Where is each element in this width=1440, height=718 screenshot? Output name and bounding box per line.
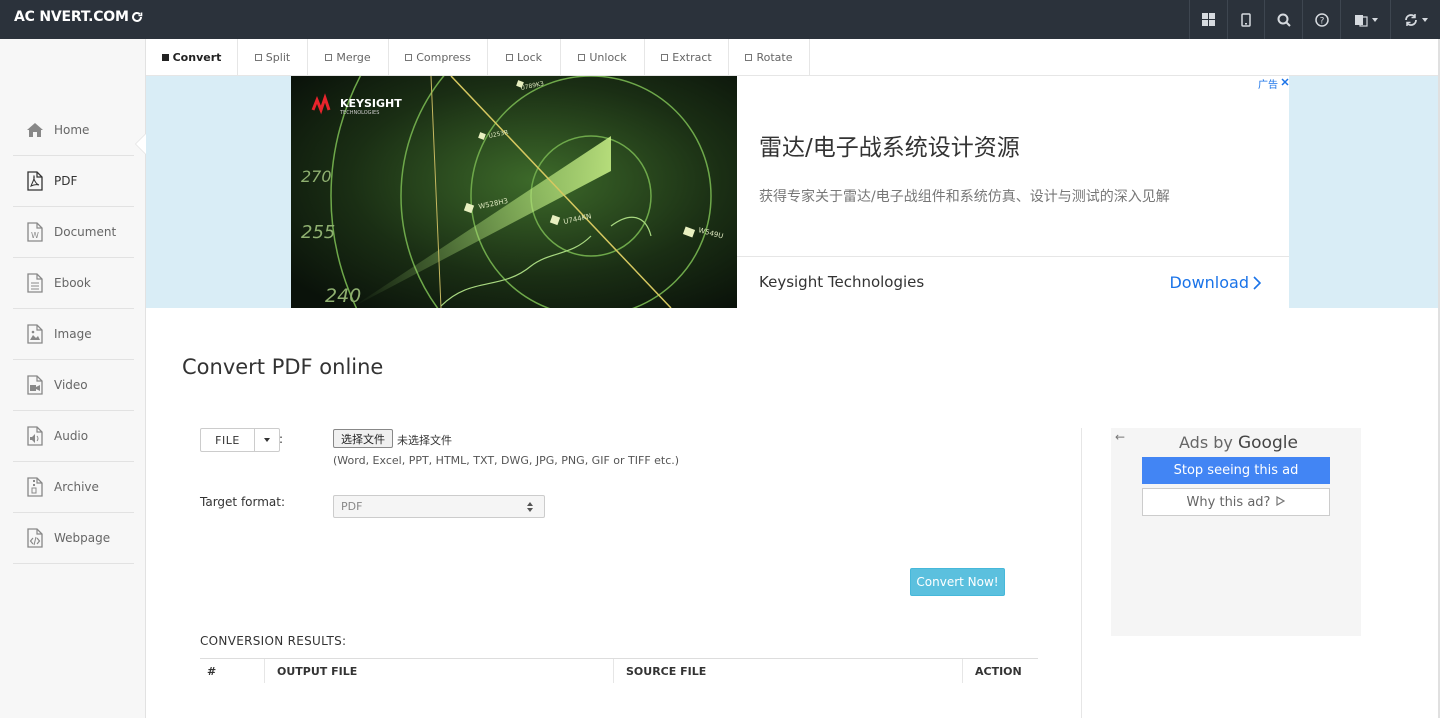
ad-choices[interactable]: 广告 — [1258, 76, 1289, 91]
video-icon — [13, 375, 54, 395]
tool-tabs: Convert Split Merge Compress Lock Unlock… — [146, 39, 1440, 76]
checkbox-icon — [161, 53, 169, 61]
checkbox-icon — [505, 53, 513, 61]
checkbox-icon — [405, 53, 413, 61]
checkbox-icon — [578, 53, 586, 61]
ad-image[interactable]: U789K3 U253R W528H3 U744KN W549U 270 255… — [291, 76, 737, 308]
ad-logo-subtext: TECHNOLOGIES — [339, 110, 379, 116]
checkbox-icon — [745, 53, 753, 61]
play-info-icon — [1276, 495, 1286, 510]
ad-footer: Keysight Technologies Download — [737, 256, 1289, 308]
column-header-source: SOURCE FILE — [626, 664, 707, 678]
radar-number: 255 — [301, 222, 335, 243]
image-icon — [13, 324, 54, 344]
no-file-label: 未选择文件 — [397, 434, 452, 447]
sidebar-active-pointer-fill — [136, 134, 146, 154]
google-ad-box: ← Ads by Google Stop seeing this ad Why … — [1111, 428, 1361, 636]
ads-by-google: Ads by Google — [1179, 433, 1298, 453]
search-icon[interactable] — [1264, 0, 1302, 39]
ad-description: 获得专家关于雷达/电子战组件和系统仿真、设计与测试的深入见解 — [759, 189, 1170, 205]
svg-text:?: ? — [1319, 16, 1324, 26]
sidebar-item-pdf[interactable]: PDF — [13, 156, 134, 207]
grid-icon[interactable] — [1189, 0, 1227, 39]
tab-unlock[interactable]: Unlock — [561, 39, 645, 75]
sidebar-item-audio[interactable]: Audio — [13, 411, 134, 462]
language-icon[interactable] — [1340, 0, 1390, 39]
page-title: Convert PDF online — [182, 355, 384, 379]
ad-close-icon[interactable] — [1281, 78, 1289, 89]
column-divider — [613, 659, 614, 683]
sidebar-item-image[interactable]: Image — [13, 309, 134, 360]
column-header-index: # — [207, 664, 217, 678]
sidebar-item-video[interactable]: Video — [13, 360, 134, 411]
choose-file-button[interactable]: 选择文件 — [333, 429, 393, 448]
archive-icon — [13, 477, 54, 497]
checkbox-icon — [254, 53, 262, 61]
select-arrows-icon — [527, 502, 533, 512]
why-this-ad-button[interactable]: Why this ad? — [1142, 488, 1330, 516]
conversion-results-title: CONVERSION RESULTS: — [200, 634, 347, 648]
pdf-icon — [13, 171, 54, 191]
ad-advertiser[interactable]: Keysight Technologies — [759, 273, 924, 291]
target-format-select[interactable]: PDF — [333, 495, 545, 518]
ad-download-link[interactable]: Download — [1169, 273, 1249, 292]
column-header-action: ACTION — [975, 664, 1022, 678]
file-colon: : — [279, 432, 284, 446]
tab-rotate[interactable]: Rotate — [729, 39, 810, 75]
mobile-icon[interactable] — [1227, 0, 1264, 39]
top-navbar: AC NVERT.COM ? — [0, 0, 1440, 39]
document-icon: W — [13, 222, 54, 242]
target-format-label: Target format: — [200, 495, 286, 509]
back-arrow-icon[interactable]: ← — [1115, 430, 1125, 444]
sidebar: Home PDF W Document Ebook Image Video Au… — [0, 39, 146, 718]
file-source-dropdown[interactable]: FILE — [200, 428, 280, 452]
sidebar-item-webpage[interactable]: Webpage — [13, 513, 134, 564]
radar-number: 270 — [301, 167, 332, 186]
ad-logo-text: KEYSIGHT — [340, 97, 402, 110]
sidebar-item-home[interactable]: Home — [13, 105, 134, 156]
tab-merge[interactable]: Merge — [308, 39, 389, 75]
stop-seeing-ad-button[interactable]: Stop seeing this ad — [1142, 457, 1330, 484]
ad-banner: U789K3 U253R W528H3 U744KN W549U 270 255… — [146, 76, 1438, 308]
brand-logo[interactable]: AC NVERT.COM — [14, 9, 143, 25]
chevron-down-icon[interactable] — [255, 429, 279, 451]
tab-lock[interactable]: Lock — [488, 39, 561, 75]
tab-compress[interactable]: Compress — [389, 39, 488, 75]
content-divider — [1081, 428, 1082, 718]
ebook-icon — [13, 273, 54, 293]
sidebar-item-archive[interactable]: Archive — [13, 462, 134, 513]
audio-icon — [13, 426, 54, 446]
chevron-right-icon[interactable] — [1253, 275, 1262, 294]
tab-convert[interactable]: Convert — [146, 39, 238, 75]
checkbox-icon — [325, 53, 333, 61]
refresh-logo-icon — [131, 11, 143, 23]
sidebar-item-document[interactable]: W Document — [13, 207, 134, 258]
column-divider — [264, 659, 265, 683]
brand-name: AC NVERT.COM — [14, 9, 129, 25]
svg-text:W: W — [31, 231, 39, 240]
sidebar-item-ebook[interactable]: Ebook — [13, 258, 134, 309]
results-table: # OUTPUT FILE SOURCE FILE ACTION — [200, 658, 1038, 683]
column-header-output: OUTPUT FILE — [277, 664, 358, 678]
column-divider — [962, 659, 963, 683]
convert-now-button[interactable]: Convert Now! — [910, 568, 1005, 596]
help-icon[interactable]: ? — [1302, 0, 1340, 39]
file-hint: (Word, Excel, PPT, HTML, TXT, DWG, JPG, … — [333, 454, 680, 467]
ad-headline[interactable]: 雷达/电子战系统设计资源 — [759, 128, 1020, 162]
refresh-icon[interactable] — [1390, 0, 1440, 39]
file-button[interactable]: FILE — [201, 429, 255, 451]
checkbox-icon — [661, 53, 669, 61]
ad-text-panel[interactable]: 广告 雷达/电子战系统设计资源 获得专家关于雷达/电子战组件和系统仿真、设计与测… — [737, 76, 1289, 308]
webpage-icon — [13, 528, 54, 548]
radar-number: 240 — [325, 285, 361, 307]
tab-extract[interactable]: Extract — [645, 39, 729, 75]
home-icon — [13, 122, 54, 138]
tab-split[interactable]: Split — [238, 39, 308, 75]
